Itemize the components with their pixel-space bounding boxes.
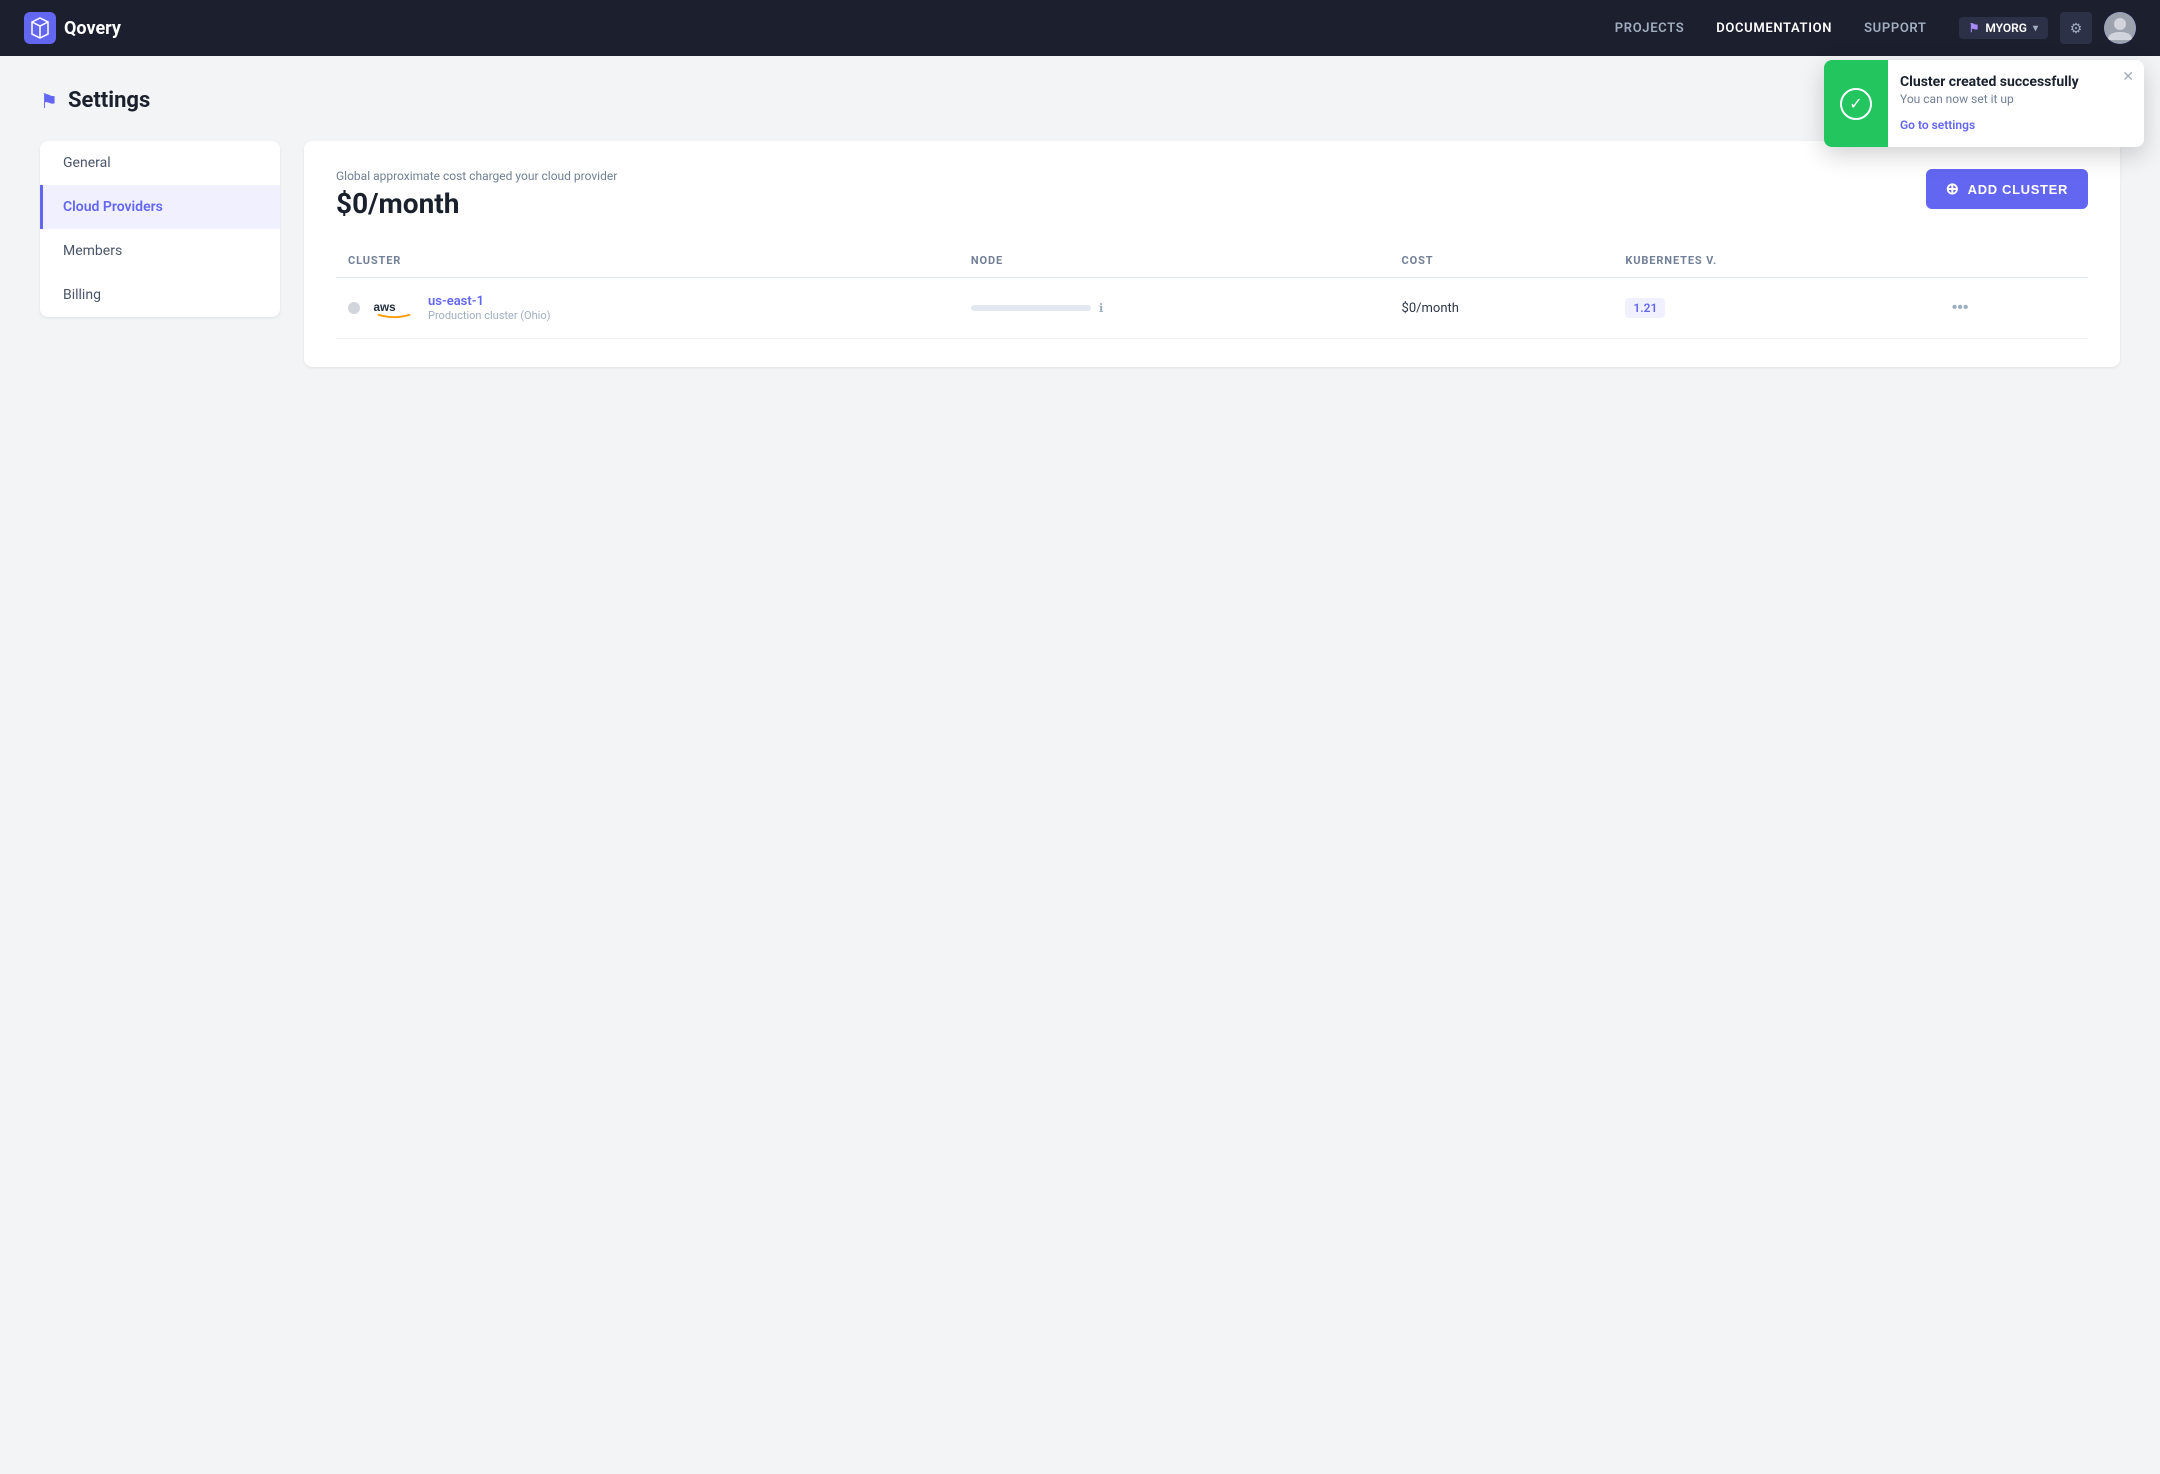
svg-text:aws: aws bbox=[373, 301, 396, 314]
org-icon: ⚑ bbox=[1969, 21, 1980, 35]
toast-check-icon: ✓ bbox=[1840, 88, 1872, 120]
cluster-cell: aws us-east-1 Production cluster (Ohio) bbox=[336, 278, 959, 339]
actions-cell[interactable]: ••• bbox=[1932, 278, 2088, 339]
kubernetes-version-badge: 1.21 bbox=[1625, 298, 1665, 318]
org-name: MYORG bbox=[1985, 21, 2027, 35]
toast-body: Cluster created successfully You can now… bbox=[1888, 60, 2144, 147]
nav-projects[interactable]: PROJECTS bbox=[1615, 21, 1684, 36]
avatar[interactable] bbox=[2104, 12, 2136, 44]
col-cost: COST bbox=[1390, 244, 1614, 278]
chevron-down-icon: ▾ bbox=[2033, 23, 2038, 34]
sidebar-item-cloud-providers[interactable]: Cloud Providers bbox=[40, 185, 280, 229]
node-info-icon[interactable]: ℹ bbox=[1099, 301, 1104, 315]
node-cell: ℹ bbox=[959, 278, 1390, 339]
go-to-settings-link[interactable]: Go to settings bbox=[1900, 118, 1975, 132]
node-bar-container: ℹ bbox=[971, 301, 1378, 315]
table-body: aws us-east-1 Production cluster (Ohio) bbox=[336, 278, 2088, 339]
settings-sidebar: General Cloud Providers Members Billing bbox=[40, 141, 280, 317]
qovery-logo-icon bbox=[24, 12, 56, 44]
navbar: Qovery PROJECTS DOCUMENTATION SUPPORT ⚑ … bbox=[0, 0, 2160, 56]
cost-cell: $0/month bbox=[1390, 278, 1614, 339]
toast-close-button[interactable]: ✕ bbox=[2122, 68, 2134, 85]
navbar-right: ⚑ MYORG ▾ ⚙ bbox=[1959, 12, 2136, 44]
cost-header: Global approximate cost charged your clo… bbox=[336, 169, 2088, 220]
add-cluster-label: ADD CLUSTER bbox=[1968, 182, 2068, 197]
page: ⚑ Settings General Cloud Providers Membe… bbox=[0, 56, 2160, 1474]
col-kubernetes: KUBERNETES V. bbox=[1613, 244, 1931, 278]
cluster-status-indicator bbox=[348, 302, 360, 314]
aws-logo-icon: aws bbox=[372, 294, 416, 322]
nav-support[interactable]: SUPPORT bbox=[1864, 21, 1927, 36]
toast-title: Cluster created successfully bbox=[1900, 74, 2132, 90]
col-node: NODE bbox=[959, 244, 1390, 278]
table-row: aws us-east-1 Production cluster (Ohio) bbox=[336, 278, 2088, 339]
avatar-image bbox=[2104, 12, 2136, 44]
brand-name: Qovery bbox=[64, 18, 121, 39]
settings-layout: General Cloud Providers Members Billing … bbox=[40, 141, 2120, 367]
sidebar-item-members[interactable]: Members bbox=[40, 229, 280, 273]
brand[interactable]: Qovery bbox=[24, 12, 121, 44]
cluster-cost: $0/month bbox=[1402, 301, 1459, 316]
gear-icon: ⚙ bbox=[2070, 20, 2083, 37]
kubernetes-cell: 1.21 bbox=[1613, 278, 1931, 339]
cost-info: Global approximate cost charged your clo… bbox=[336, 169, 617, 220]
table-header: CLUSTER NODE COST KUBERNETES V. bbox=[336, 244, 2088, 278]
cluster-info: us-east-1 Production cluster (Ohio) bbox=[428, 294, 550, 322]
page-title: Settings bbox=[68, 88, 150, 113]
nav-documentation[interactable]: DOCUMENTATION bbox=[1716, 21, 1832, 36]
cost-label: Global approximate cost charged your clo… bbox=[336, 169, 617, 183]
gear-button[interactable]: ⚙ bbox=[2060, 12, 2092, 44]
plus-icon: ⊕ bbox=[1946, 179, 1960, 199]
page-title-row: ⚑ Settings bbox=[40, 88, 2120, 113]
cluster-table: CLUSTER NODE COST KUBERNETES V. bbox=[336, 244, 2088, 339]
settings-page-icon: ⚑ bbox=[40, 89, 58, 113]
toast-notification: ✓ Cluster created successfully You can n… bbox=[1824, 60, 2144, 147]
toast-subtitle: You can now set it up bbox=[1900, 92, 2132, 106]
sidebar-item-general[interactable]: General bbox=[40, 141, 280, 185]
content-area: ⚑ Settings General Cloud Providers Membe… bbox=[0, 56, 2160, 1474]
cluster-region: Production cluster (Ohio) bbox=[428, 309, 550, 322]
cluster-name[interactable]: us-east-1 bbox=[428, 294, 550, 309]
cost-amount: $0/month bbox=[336, 187, 617, 220]
close-icon: ✕ bbox=[2122, 68, 2134, 84]
col-cluster: CLUSTER bbox=[336, 244, 959, 278]
sidebar-item-billing[interactable]: Billing bbox=[40, 273, 280, 317]
node-bar bbox=[971, 305, 1091, 311]
navbar-nav: PROJECTS DOCUMENTATION SUPPORT bbox=[1615, 21, 1927, 36]
add-cluster-button[interactable]: ⊕ ADD CLUSTER bbox=[1926, 169, 2088, 209]
org-badge[interactable]: ⚑ MYORG ▾ bbox=[1959, 17, 2048, 39]
col-actions bbox=[1932, 244, 2088, 278]
toast-green-bar: ✓ bbox=[1824, 60, 1888, 147]
more-actions-button[interactable]: ••• bbox=[1944, 295, 1977, 321]
settings-main: Global approximate cost charged your clo… bbox=[304, 141, 2120, 367]
